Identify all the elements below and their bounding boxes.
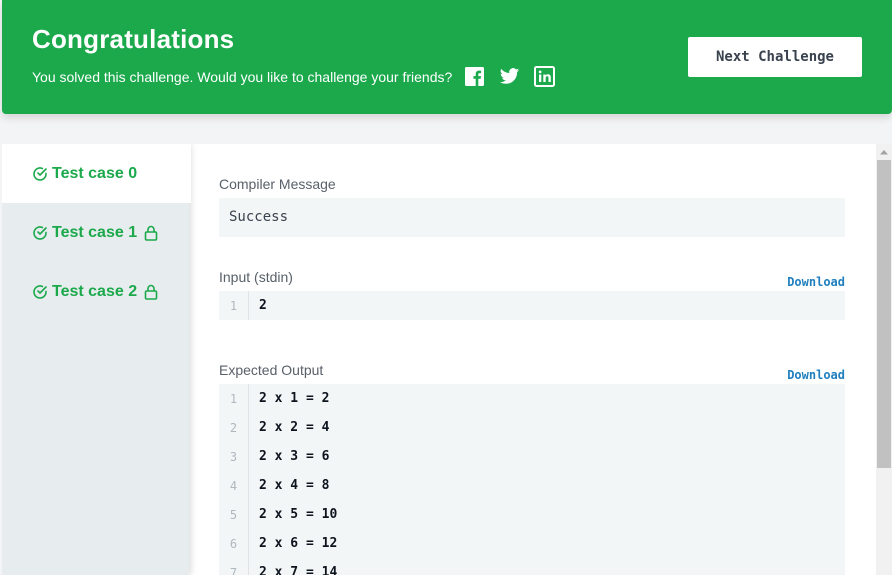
line-number: 7 <box>219 558 249 575</box>
line-number: 1 <box>219 291 249 320</box>
vertical-scrollbar[interactable] <box>876 144 892 575</box>
tab-label: Test case 1 <box>52 223 138 241</box>
line-text: 2 x 5 = 10 <box>259 507 338 522</box>
banner-title: Congratulations <box>32 24 235 54</box>
expected-output-label: Expected Output <box>219 362 324 378</box>
line-text: 2 x 2 = 4 <box>259 420 330 435</box>
next-challenge-button[interactable]: Next Challenge <box>688 37 862 77</box>
code-line: 1 2 x 1 = 2 <box>219 384 845 413</box>
facebook-icon[interactable] <box>464 66 485 87</box>
input-download-link[interactable]: Download <box>787 275 845 289</box>
code-line: 6 2 x 6 = 12 <box>219 529 845 558</box>
tab-test-case-2[interactable]: Test case 2 <box>2 262 189 321</box>
twitter-icon[interactable] <box>499 66 520 87</box>
lock-icon <box>144 284 158 300</box>
lock-icon <box>144 225 158 241</box>
compiler-message-label: Compiler Message <box>219 176 336 192</box>
line-number: 1 <box>219 384 249 413</box>
social-share-icons <box>464 66 556 87</box>
banner-subtitle: You solved this challenge. Would you lik… <box>32 68 453 85</box>
banner-subtitle-row: You solved this challenge. Would you lik… <box>32 66 556 87</box>
compiler-message-box: Success <box>219 198 845 237</box>
linkedin-icon[interactable] <box>534 66 556 87</box>
expected-download-link[interactable]: Download <box>787 368 845 382</box>
line-number: 4 <box>219 471 249 500</box>
code-line: 5 2 x 5 = 10 <box>219 500 845 529</box>
line-text: 2 x 3 = 6 <box>259 449 330 464</box>
line-text: 2 x 1 = 2 <box>259 391 330 406</box>
expected-output-code-box: 1 2 x 1 = 2 2 2 x 2 = 4 3 2 x 3 = 6 4 2 … <box>219 384 845 575</box>
code-line: 7 2 x 7 = 14 <box>219 558 845 575</box>
line-number: 2 <box>219 413 249 442</box>
tab-label: Test case 2 <box>52 282 138 300</box>
line-number: 3 <box>219 442 249 471</box>
test-case-tabs: Test case 0 Test case 1 Test case 2 <box>2 144 191 575</box>
check-circle-icon <box>32 225 48 241</box>
check-circle-icon <box>32 166 48 182</box>
test-results-panel: Test case 0 Test case 1 Test case 2 Comp… <box>2 144 876 575</box>
code-line: 4 2 x 4 = 8 <box>219 471 845 500</box>
line-text: 2 <box>259 298 267 313</box>
line-text: 2 x 6 = 12 <box>259 536 338 551</box>
input-label: Input (stdin) <box>219 269 293 285</box>
code-line: 1 2 <box>219 291 845 320</box>
code-line: 2 2 x 2 = 4 <box>219 413 845 442</box>
success-banner: Congratulations You solved this challeng… <box>2 0 892 114</box>
check-circle-icon <box>32 284 48 300</box>
scrollbar-thumb[interactable] <box>877 160 891 468</box>
input-code-box: 1 2 <box>219 291 845 320</box>
code-line: 3 2 x 3 = 6 <box>219 442 845 471</box>
line-number: 5 <box>219 500 249 529</box>
line-text: 2 x 7 = 14 <box>259 565 338 575</box>
tab-test-case-1[interactable]: Test case 1 <box>2 203 189 262</box>
line-text: 2 x 4 = 8 <box>259 478 330 493</box>
scroll-up-arrow-icon[interactable] <box>876 144 892 160</box>
tab-test-case-0[interactable]: Test case 0 <box>2 144 191 203</box>
compiler-message-text: Success <box>229 209 289 225</box>
tab-label: Test case 0 <box>52 164 138 182</box>
line-number: 6 <box>219 529 249 558</box>
